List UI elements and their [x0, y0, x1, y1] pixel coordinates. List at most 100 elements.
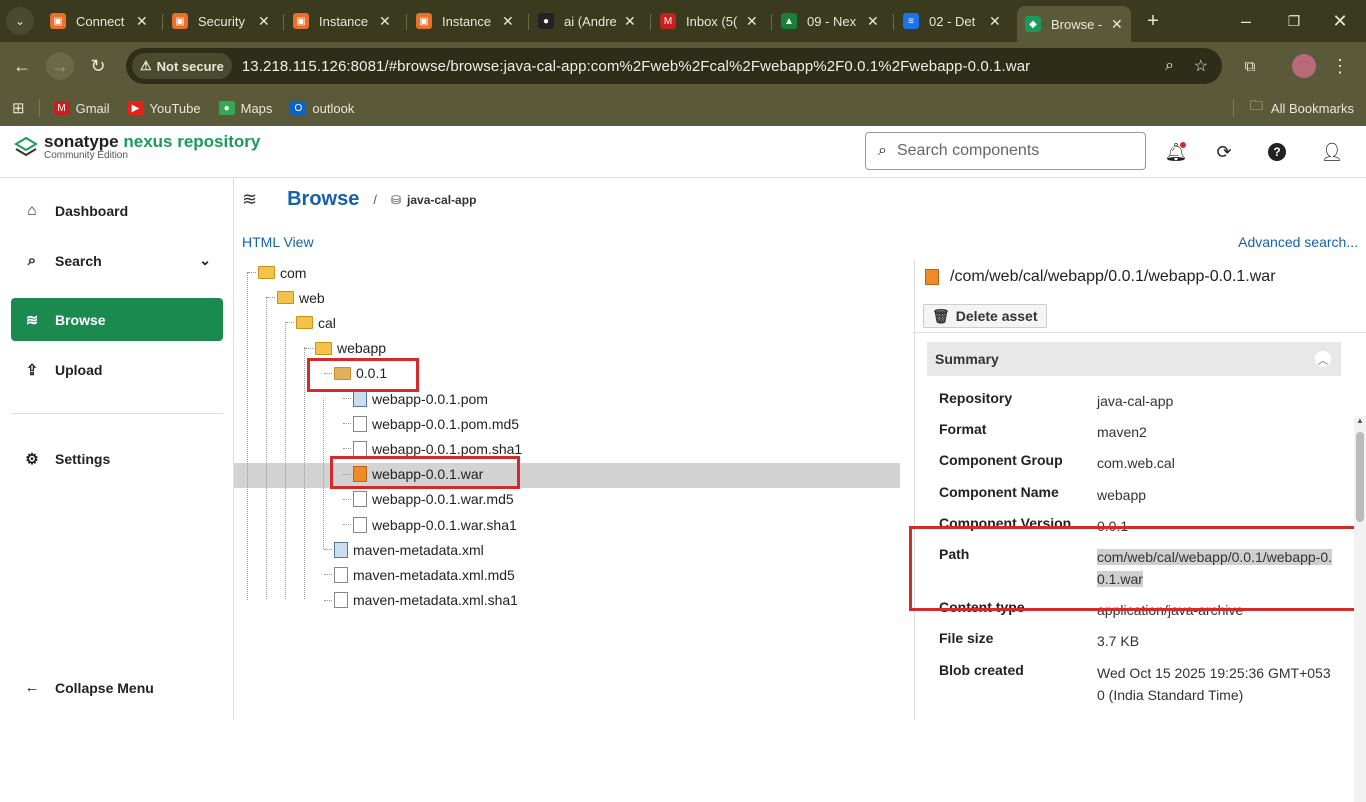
close-tab-icon[interactable]: ✕: [502, 13, 514, 30]
nexus-logo[interactable]: sonatype nexus repository Community Edit…: [14, 132, 261, 161]
browser-tab[interactable]: ◆ Browse - ✕: [1017, 6, 1131, 42]
close-window-button[interactable]: ✕: [1326, 7, 1354, 35]
extensions-icon[interactable]: ⧉: [1236, 52, 1264, 80]
browser-menu-icon[interactable]: ⋮: [1326, 52, 1354, 80]
sidebar-item-search[interactable]: ⌕ Search ⌄: [11, 239, 223, 282]
all-bookmarks-button[interactable]: 🗀 All Bookmarks: [1232, 97, 1354, 119]
tree-node[interactable]: webapp-0.0.1.war.md5: [353, 487, 514, 512]
user-icon[interactable]: 👤︎: [1320, 140, 1344, 164]
refresh-icon[interactable]: ⟳: [1212, 140, 1236, 164]
warning-icon: ⚠: [140, 58, 152, 73]
tree-connector: [324, 574, 332, 576]
scroll-up-arrow-icon[interactable]: ▲: [1356, 416, 1364, 425]
tree-node[interactable]: webapp-0.0.1.war.sha1: [353, 512, 517, 537]
page-title[interactable]: Browse: [287, 188, 359, 211]
advanced-search-link[interactable]: Advanced search...: [1238, 234, 1358, 250]
summary-key: Blob created: [939, 662, 1024, 678]
bookmark-gmail[interactable]: M Gmail: [53, 101, 110, 116]
close-tab-icon[interactable]: ✕: [746, 13, 758, 30]
tree-node[interactable]: maven-metadata.xml.sha1: [334, 588, 518, 613]
summary-key: Component Name: [939, 484, 1059, 500]
html-view-link[interactable]: HTML View: [242, 234, 314, 250]
browser-tab[interactable]: ▣ Instance ✕: [285, 6, 399, 36]
minimize-button[interactable]: –: [1232, 7, 1260, 35]
omnibox[interactable]: ⚠ Not secure 13.218.115.126:8081/#browse…: [126, 48, 1222, 84]
tree-node-label: webapp-0.0.1.war.sha1: [372, 516, 517, 533]
repository-icon: ⛁: [390, 192, 402, 207]
close-tab-icon[interactable]: ✕: [136, 13, 148, 30]
bookmark-outlook[interactable]: Ooutlook: [290, 101, 354, 116]
search-components-input[interactable]: ⌕ Search components: [865, 132, 1146, 170]
browser-tab[interactable]: ▣ Connect ✕: [42, 6, 156, 36]
close-tab-icon[interactable]: ✕: [258, 13, 270, 30]
apps-grid-icon[interactable]: ⊞: [12, 99, 25, 117]
close-tab-icon[interactable]: ✕: [989, 13, 1001, 30]
sidebar: ⌂ Dashboard ⌕ Search ⌄ ≋ Browse ⇪ Upload ⚙ Set…: [0, 178, 234, 720]
tree-node[interactable]: webapp-0.0.1.pom.md5: [353, 411, 519, 436]
sidebar-item-settings[interactable]: ⚙ Settings: [11, 437, 223, 480]
collapse-summary-icon[interactable]: ︿: [1315, 351, 1331, 367]
zoom-icon[interactable]: ⌕: [1165, 57, 1174, 75]
bookmark-youtube[interactable]: ▶ YouTube: [127, 100, 201, 116]
summary-value: java-cal-app: [1097, 393, 1174, 409]
summary-value: com.web.cal: [1097, 455, 1175, 471]
chevron-down-icon[interactable]: ⌄: [199, 252, 211, 269]
close-tab-icon[interactable]: ✕: [1111, 16, 1123, 33]
tree-node[interactable]: maven-metadata.xml: [334, 537, 484, 562]
tree-node[interactable]: cal: [296, 310, 336, 335]
tree-node[interactable]: web: [277, 285, 325, 310]
home-icon: ⌂: [27, 202, 37, 219]
tab-favicon-icon: ≡: [903, 13, 919, 29]
sidebar-item-browse[interactable]: ≋ Browse: [11, 298, 223, 341]
bookmark-maps[interactable]: ● Maps: [218, 101, 272, 116]
collapse-menu-button[interactable]: ← Collapse Menu: [11, 666, 223, 709]
delete-asset-button[interactable]: 🗑︎ Delete asset: [923, 304, 1047, 328]
browser-tab[interactable]: ● ai (Andre ✕: [530, 6, 644, 36]
scrollbar-thumb[interactable]: [1356, 432, 1364, 522]
back-button[interactable]: ←: [8, 52, 36, 80]
browser-tab[interactable]: ▣ Instance ✕: [408, 6, 522, 36]
tree-node[interactable]: webapp: [315, 336, 386, 361]
tab-favicon-icon: M: [660, 13, 676, 29]
close-tab-icon[interactable]: ✕: [379, 13, 391, 30]
tab-favicon-icon: ▲: [781, 13, 797, 29]
help-icon[interactable]: ?: [1265, 140, 1289, 164]
bookmark-divider: [1232, 99, 1234, 117]
forward-button[interactable]: →: [46, 52, 74, 80]
tab-title: Browse -: [1051, 16, 1103, 32]
tree-node[interactable]: com: [258, 260, 306, 285]
maximize-button[interactable]: ❐: [1280, 7, 1308, 35]
tab-separator: [893, 14, 894, 30]
bookmark-star-icon[interactable]: ☆: [1194, 56, 1208, 76]
browser-tab[interactable]: ▣ Security ✕: [164, 6, 278, 36]
sidebar-item-dashboard[interactable]: ⌂ Dashboard: [11, 189, 223, 232]
browser-tab[interactable]: ▲ 09 - Nex ✕: [773, 6, 887, 36]
tree-node-label: maven-metadata.xml.md5: [353, 566, 515, 583]
browser-tab[interactable]: ≡ 02 - Det ✕: [895, 6, 1009, 36]
notifications-bell-icon[interactable]: 🔔︎: [1164, 140, 1188, 164]
reload-button[interactable]: ↻: [84, 52, 112, 80]
tab-separator: [283, 14, 284, 30]
summary-label: Summary: [935, 351, 999, 367]
tree-node-label: cal: [318, 314, 336, 331]
all-bookmarks-label: All Bookmarks: [1270, 100, 1354, 116]
url-text[interactable]: 13.218.115.126:8081/#browse/browse:java-…: [242, 58, 1030, 75]
close-tab-icon[interactable]: ✕: [867, 13, 879, 30]
main-content: ≋ Browse / ⛁ java-cal-app HTML View Advan…: [234, 178, 1366, 802]
tree-node[interactable]: maven-metadata.xml.md5: [334, 562, 515, 587]
breadcrumb: ≋ Browse / ⛁ java-cal-app: [242, 188, 476, 211]
bookmark-label: YouTube: [149, 100, 201, 116]
detail-scrollbar[interactable]: ▲: [1354, 416, 1366, 802]
browser-tab[interactable]: M Inbox (5(✕: [652, 6, 766, 36]
profile-avatar[interactable]: [1292, 54, 1316, 78]
tree-node-label: maven-metadata.xml.sha1: [353, 592, 518, 609]
tab-search-button[interactable]: ⌄: [6, 7, 34, 35]
brand-name: sonatype nexus repository: [44, 132, 261, 151]
sidebar-item-upload[interactable]: ⇪ Upload: [11, 348, 223, 391]
tree-connector: [343, 524, 351, 525]
summary-header[interactable]: Summary ︿: [927, 342, 1341, 376]
tree-node-label: webapp-0.0.1.pom.sha1: [372, 440, 523, 457]
not-secure-badge[interactable]: ⚠ Not secure: [132, 53, 232, 79]
new-tab-button[interactable]: +: [1139, 7, 1167, 35]
close-tab-icon[interactable]: ✕: [624, 13, 636, 30]
